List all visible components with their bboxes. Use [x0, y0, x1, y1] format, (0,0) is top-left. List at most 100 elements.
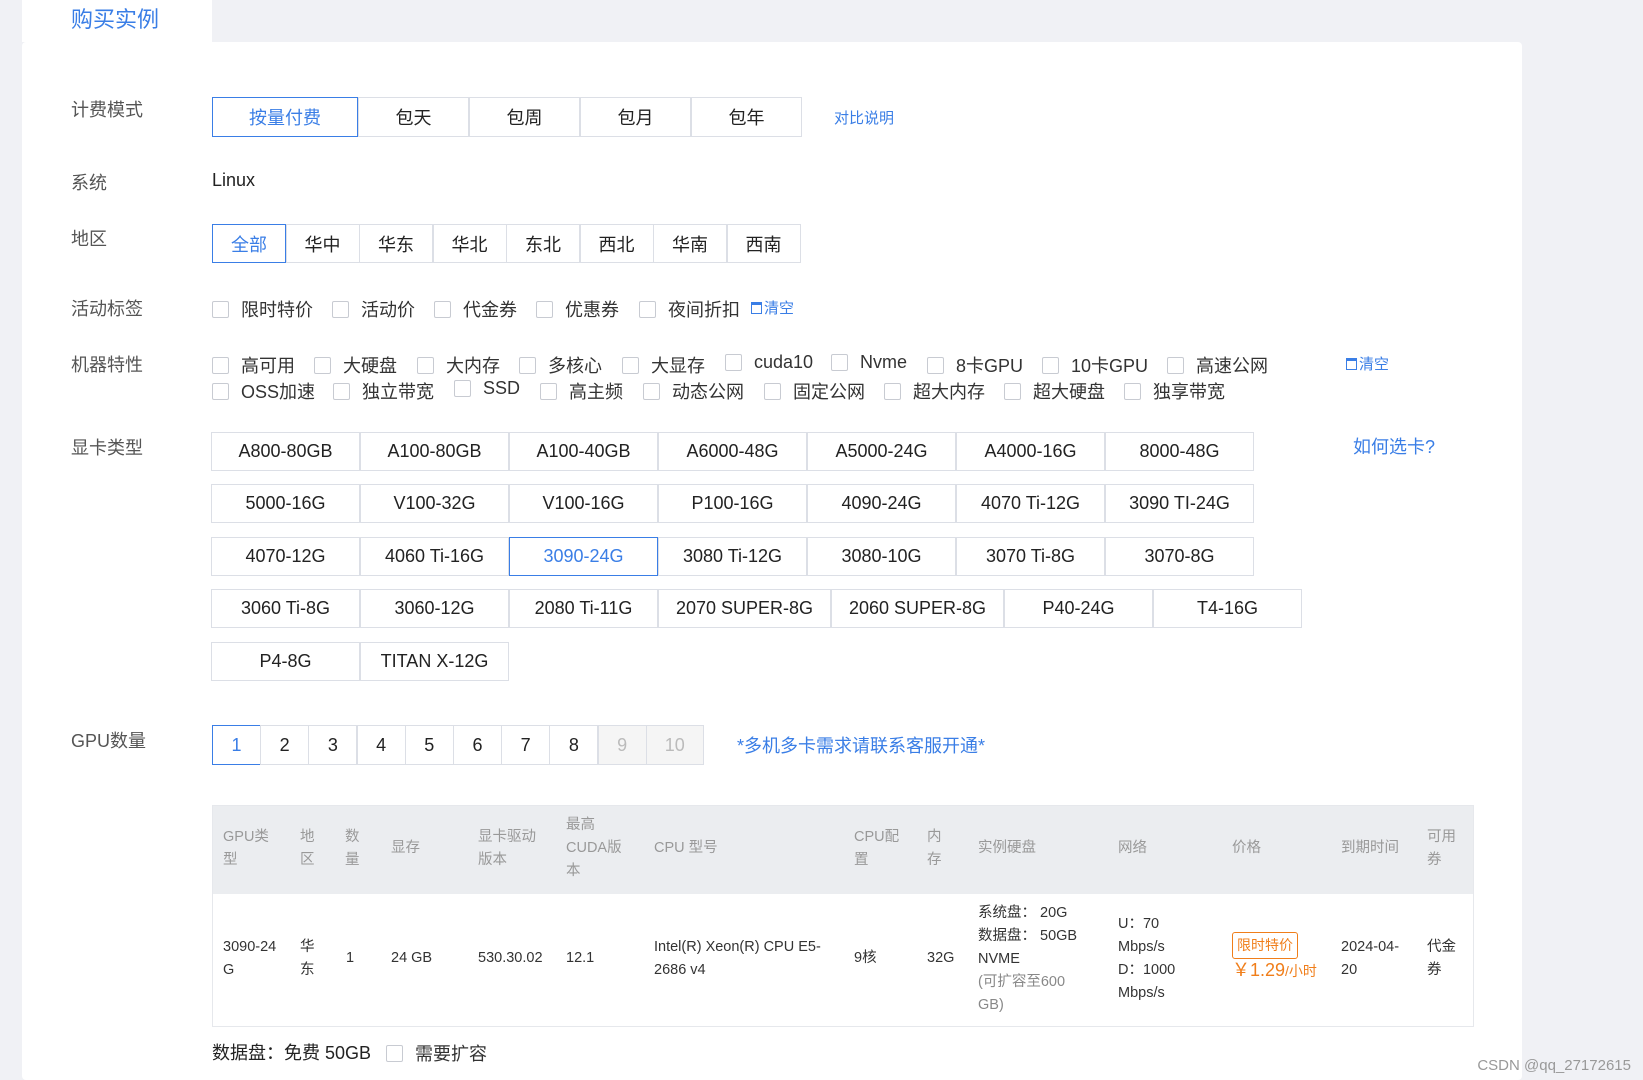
region-option-5[interactable]: 西北 — [579, 224, 654, 263]
gpu-count-option-2[interactable]: 2 — [260, 725, 310, 765]
gpu-type-option-3060-12g[interactable]: 3060-12G — [360, 589, 509, 628]
th-expire: 到期时间 — [1341, 840, 1399, 856]
compare-link[interactable]: 对比说明 — [834, 107, 894, 128]
checkbox-box — [314, 356, 331, 374]
gpu-type-option-3060-ti-8g[interactable]: 3060 Ti-8G — [211, 589, 360, 628]
region-option-0[interactable]: 全部 — [212, 224, 286, 263]
expand-checkbox[interactable]: 需要扩容 — [386, 1040, 487, 1066]
feature-checkbox-r1-4[interactable]: 大显存 — [622, 352, 705, 378]
table-header: GPU类型 地区 数量 显存 显卡驱动 版本 最高 CUDA版本 CPU 型号 CP… — [213, 806, 1473, 894]
region-option-2[interactable]: 华东 — [359, 224, 433, 263]
gpu-count-option-1[interactable]: 1 — [212, 725, 261, 765]
feature-checkbox-r2-3[interactable]: 高主频 — [540, 378, 623, 404]
activity-checkbox-2[interactable]: 代金券 — [434, 296, 517, 322]
gpu-type-option-a6000-48g[interactable]: A6000-48G — [658, 432, 807, 471]
gpu-type-option-3080-10g[interactable]: 3080-10G — [807, 537, 956, 576]
gpu-type-option-3070-8g[interactable]: 3070-8G — [1105, 537, 1254, 576]
billing-option-4[interactable]: 包年 — [691, 97, 802, 137]
feature-checkbox-r2-7[interactable]: 超大硬盘 — [1004, 378, 1105, 404]
feature-checkbox-r2-4[interactable]: 动态公网 — [643, 378, 744, 404]
gpu-count-option-3[interactable]: 3 — [308, 725, 358, 765]
feature-checkbox-r2-5[interactable]: 固定公网 — [764, 378, 865, 404]
gpu-type-option-p100-16g[interactable]: P100-16G — [658, 484, 807, 523]
checkbox-box — [212, 382, 229, 400]
activity-checkbox-0[interactable]: 限时特价 — [212, 296, 313, 322]
gpu-type-option-a4000-16g[interactable]: A4000-16G — [956, 432, 1105, 471]
gpu-type-option-3070-ti-8g[interactable]: 3070 Ti-8G — [956, 537, 1105, 576]
gpu-type-option-v100-16g[interactable]: V100-16G — [509, 484, 658, 523]
feature-checkbox-r2-1[interactable]: 独立带宽 — [333, 378, 434, 404]
feature-checkbox-r1-7[interactable]: 8卡GPU — [927, 352, 1023, 378]
gpu-count-option-4[interactable]: 4 — [356, 725, 406, 765]
checkbox-label: 活动价 — [361, 300, 415, 320]
feature-checkbox-r1-3[interactable]: 多核心 — [519, 352, 602, 378]
feature-checkbox-r1-1[interactable]: 大硬盘 — [314, 352, 397, 378]
feature-checkbox-r2-6[interactable]: 超大内存 — [884, 378, 985, 404]
features-clear-button[interactable]: 清空 — [1346, 353, 1389, 374]
checkbox-box — [884, 382, 901, 400]
feature-checkbox-r1-2[interactable]: 大内存 — [417, 352, 500, 378]
gpu-type-option-t4-16g[interactable]: T4-16G — [1153, 589, 1302, 628]
gpu-type-option-a100-80gb[interactable]: A100-80GB — [360, 432, 509, 471]
gpu-type-option-2070-super-8g[interactable]: 2070 SUPER-8G — [658, 589, 831, 628]
gpu-count-option-6[interactable]: 6 — [453, 725, 502, 765]
gpu-type-option-v100-32g[interactable]: V100-32G — [360, 484, 509, 523]
gpu-type-option-p4-8g[interactable]: P4-8G — [211, 642, 360, 681]
gpu-type-option-5000-16g[interactable]: 5000-16G — [211, 484, 360, 523]
feature-checkbox-r2-8[interactable]: 独享带宽 — [1124, 378, 1225, 404]
activity-clear-button[interactable]: 清空 — [751, 297, 794, 318]
th-gpu: GPU类型 — [223, 829, 269, 868]
gpu-type-option-4090-24g[interactable]: 4090-24G — [807, 484, 956, 523]
gpu-type-option-a800-80gb[interactable]: A800-80GB — [211, 432, 360, 471]
checkbox-label: 夜间折扣 — [668, 300, 740, 320]
checkbox-label: Nvme — [860, 352, 908, 372]
feature-checkbox-r1-9[interactable]: 高速公网 — [1167, 352, 1268, 378]
feature-checkbox-r1-0[interactable]: 高可用 — [212, 352, 295, 378]
gpu-type-option-8000-48g[interactable]: 8000-48G — [1105, 432, 1254, 471]
activity-checkbox-4[interactable]: 夜间折扣 — [639, 296, 740, 322]
system-label: 系统 — [71, 173, 107, 193]
gpu-count-label: GPU数量 — [71, 731, 147, 751]
data-disk-label: 数据盘：免费 50GB — [212, 1043, 372, 1063]
gpu-count-option-10: 10 — [645, 725, 704, 765]
gpu-type-option-a100-40gb[interactable]: A100-40GB — [509, 432, 658, 471]
activity-checkbox-1[interactable]: 活动价 — [332, 296, 415, 322]
gpu-type-option-a5000-24g[interactable]: A5000-24G — [807, 432, 956, 471]
feature-checkbox-r2-2[interactable]: SSD — [454, 378, 520, 399]
checkbox-box — [927, 356, 944, 374]
gpu-type-option-3090-24g[interactable]: 3090-24G — [509, 537, 658, 576]
activity-checkbox-3[interactable]: 优惠券 — [536, 296, 619, 322]
region-option-1[interactable]: 华中 — [285, 224, 360, 263]
region-option-3[interactable]: 华北 — [432, 224, 507, 263]
gpu-type-option-4070-12g[interactable]: 4070-12G — [211, 537, 360, 576]
how-to-choose-link[interactable]: 如何选卡? — [1353, 433, 1435, 459]
checkbox-label: cuda10 — [754, 352, 814, 372]
region-option-6[interactable]: 华南 — [653, 224, 727, 263]
gpu-type-option-4060-ti-16g[interactable]: 4060 Ti-16G — [360, 537, 509, 576]
region-option-4[interactable]: 东北 — [506, 224, 580, 263]
gpu-count-option-5[interactable]: 5 — [404, 725, 454, 765]
gpu-type-option-2080-ti-11g[interactable]: 2080 Ti-11G — [509, 589, 658, 628]
gpu-count-option-7[interactable]: 7 — [501, 725, 551, 765]
gpu-type-option-2060-super-8g[interactable]: 2060 SUPER-8G — [831, 589, 1004, 628]
checkbox-box — [417, 356, 434, 374]
checkbox-label: SSD — [483, 378, 521, 398]
billing-option-2[interactable]: 包周 — [469, 97, 580, 137]
feature-checkbox-r1-8[interactable]: 10卡GPU — [1042, 352, 1148, 378]
checkbox-label: 高主频 — [569, 382, 623, 402]
gpu-type-option-titan-x-12g[interactable]: TITAN X-12G — [360, 642, 509, 681]
billing-option-3[interactable]: 包月 — [580, 97, 691, 137]
gpu-type-option-p40-24g[interactable]: P40-24G — [1004, 589, 1153, 628]
feature-checkbox-r1-5[interactable]: cuda10 — [725, 352, 813, 373]
feature-checkbox-r1-6[interactable]: Nvme — [831, 352, 907, 373]
billing-option-0[interactable]: 按量付费 — [212, 97, 358, 137]
region-option-7[interactable]: 西南 — [726, 224, 801, 263]
gpu-type-option-3080-ti-12g[interactable]: 3080 Ti-12G — [658, 537, 807, 576]
gpu-type-option-3090-ti-24g[interactable]: 3090 TI-24G — [1105, 484, 1254, 523]
feature-checkbox-r2-0[interactable]: OSS加速 — [212, 378, 315, 404]
gpu-type-option-4070-ti-12g[interactable]: 4070 Ti-12G — [956, 484, 1105, 523]
checkbox-box — [434, 300, 451, 318]
billing-option-1[interactable]: 包天 — [358, 97, 469, 137]
checkbox-label: 优惠券 — [565, 300, 619, 320]
gpu-count-option-8[interactable]: 8 — [549, 725, 599, 765]
